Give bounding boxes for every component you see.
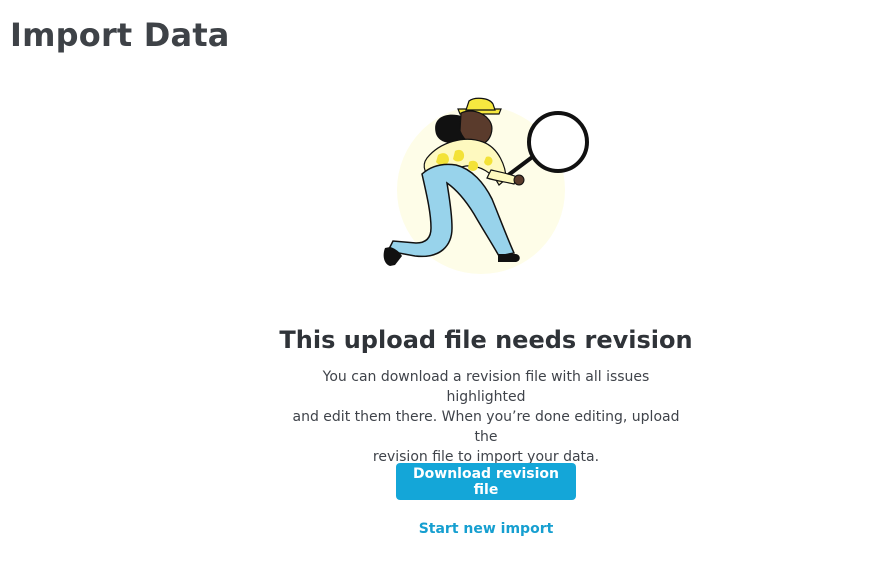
actions-area: Download revision file Start new import — [396, 463, 576, 537]
download-revision-file-button[interactable]: Download revision file — [396, 463, 576, 500]
message-panel: This upload file needs revision You can … — [0, 326, 890, 467]
message-body-line-1: You can download a revision file with al… — [322, 369, 650, 405]
message-heading: This upload file needs revision — [279, 326, 693, 354]
message-body-line-2: and edit them there. When you’re done ed… — [292, 409, 680, 445]
page-title: Import Data — [10, 16, 230, 54]
import-page: Import Data This upload file needs revis… — [0, 0, 890, 583]
message-body: You can download a revision file with al… — [286, 367, 686, 467]
magnifying-person-illustration — [383, 97, 589, 274]
start-new-import-link[interactable]: Start new import — [396, 521, 576, 537]
